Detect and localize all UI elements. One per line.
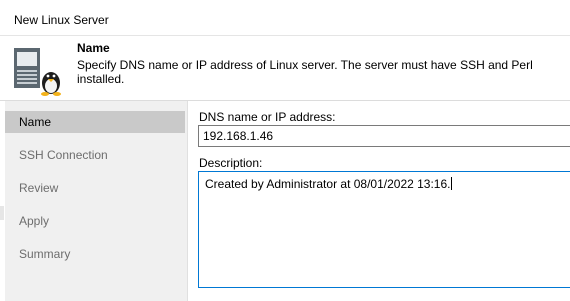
step-description: Specify DNS name or IP address of Linux … [77,58,533,86]
wizard-header: Name Specify DNS name or IP address of L… [0,36,570,101]
dns-input[interactable]: 192.168.1.46 [198,125,570,147]
window-title: New Linux Server [14,13,109,27]
wizard-steps-sidebar: Name SSH Connection Review Apply Summary [0,101,188,301]
sidebar-item-summary[interactable]: Summary [5,243,185,265]
description-text: Created by Administrator at 08/01/2022 1… [205,177,451,191]
dns-input-value: 192.168.1.46 [203,129,274,143]
text-cursor [450,177,452,190]
description-textarea[interactable]: Created by Administrator at 08/01/2022 1… [198,171,570,288]
description-label: Description: [199,156,263,170]
sidebar-item-apply[interactable]: Apply [5,210,185,232]
sidebar-item-ssh-connection[interactable]: SSH Connection [5,144,185,166]
sidebar-edge-marker [0,206,4,220]
window-titlebar: New Linux Server [0,0,570,36]
dns-label: DNS name or IP address: [199,110,336,124]
sidebar-edge [0,101,5,301]
linux-server-icon [14,48,61,96]
wizard-main-panel: DNS name or IP address: 192.168.1.46 Des… [188,101,570,301]
sidebar-item-name[interactable]: Name [5,111,185,133]
step-title: Name [77,41,110,55]
sidebar-item-review[interactable]: Review [5,177,185,199]
